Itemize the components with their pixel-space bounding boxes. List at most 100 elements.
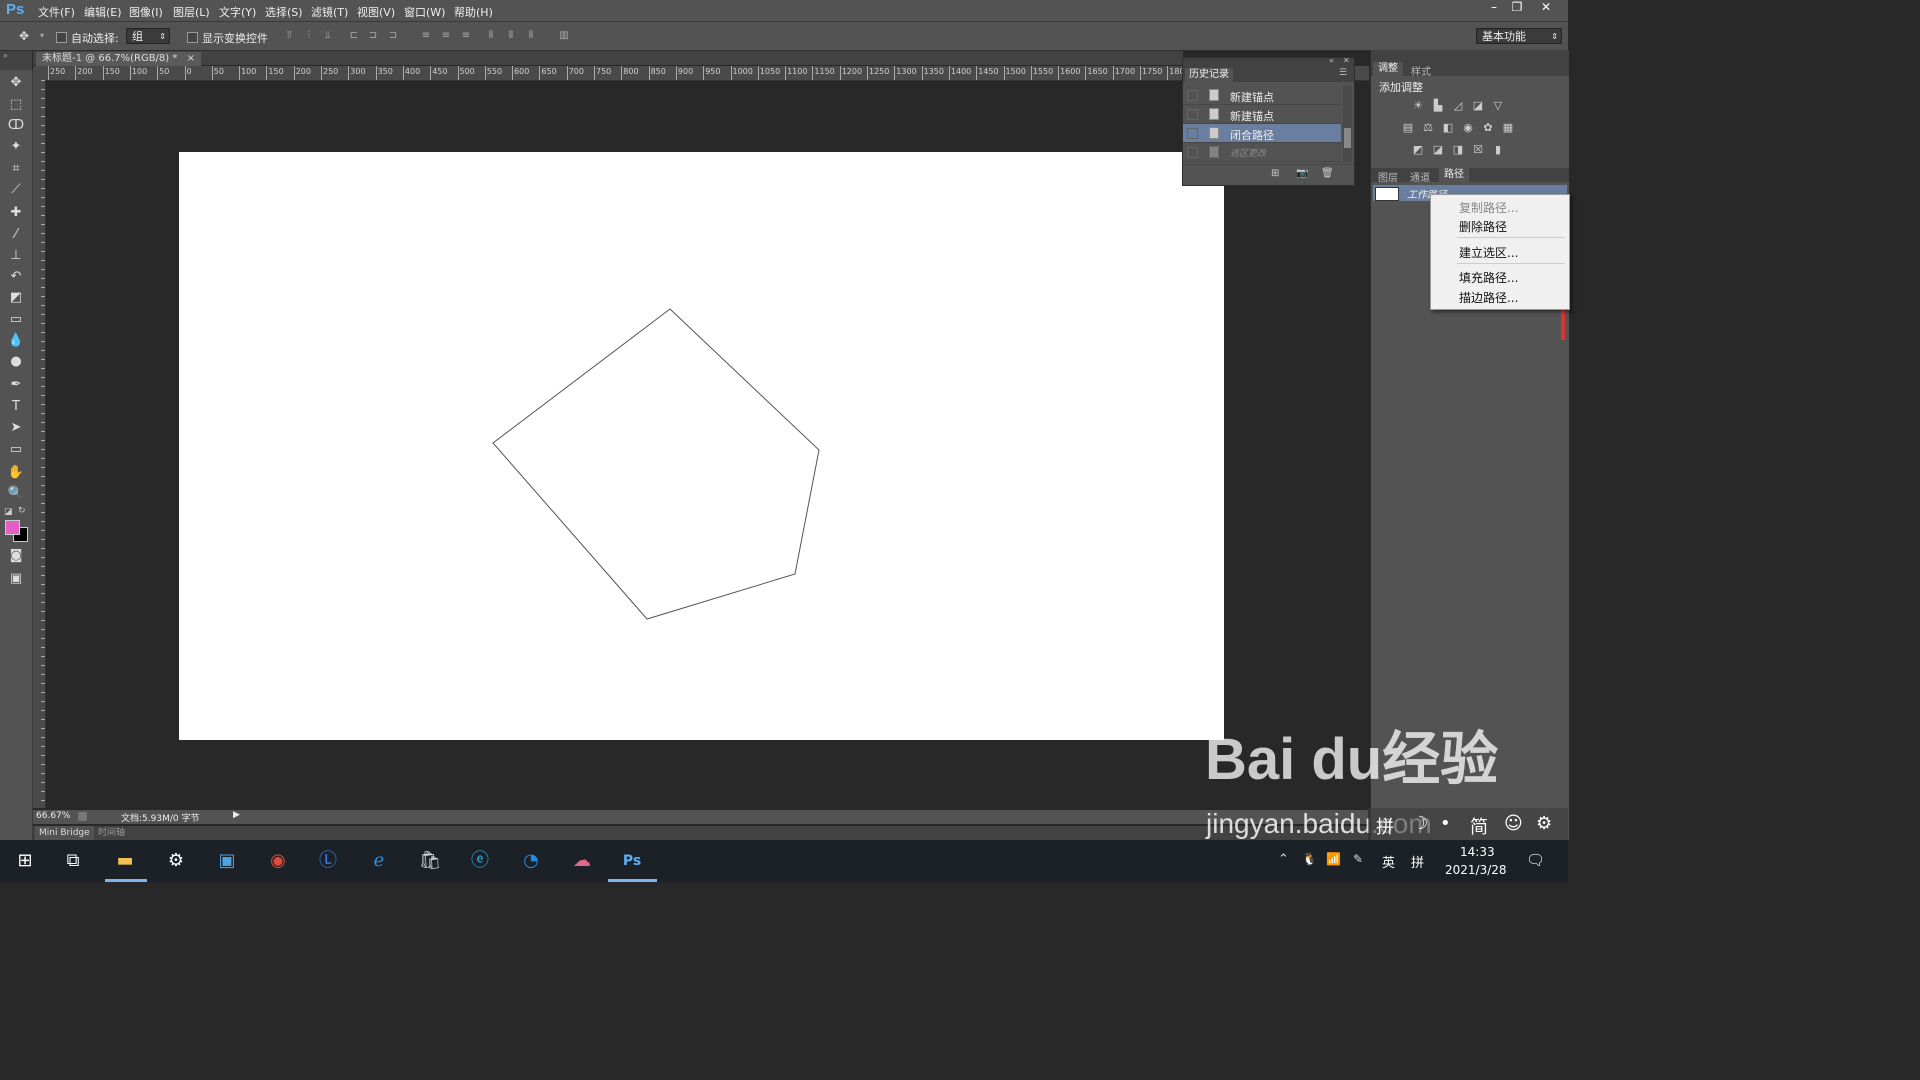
distribute-top-icon[interactable]: ≡	[420, 30, 432, 42]
levels-icon[interactable]: ▙	[1431, 100, 1445, 112]
ime-simplified[interactable]: 简	[1470, 813, 1488, 839]
menu-item-delete-path[interactable]: 删除路径	[1459, 218, 1507, 235]
pen-tool-icon[interactable]: ✒	[6, 376, 26, 394]
wifi-icon[interactable]: 📶	[1326, 852, 1341, 866]
distribute-hcenter-icon[interactable]: ⦀	[505, 30, 517, 42]
gradient-map-icon[interactable]: ▮	[1491, 144, 1505, 156]
windows-start-icon[interactable]: ⊞	[10, 846, 40, 876]
tab-styles[interactable]: 样式	[1411, 63, 1431, 78]
dodge-tool-icon[interactable]: ●	[6, 353, 26, 371]
history-item-undone[interactable]: 选区更改	[1183, 143, 1341, 162]
align-left-icon[interactable]: ⊏	[348, 30, 360, 42]
tab-channels[interactable]: 通道	[1410, 169, 1430, 184]
settings-icon[interactable]: ⚙	[161, 846, 191, 876]
tab-mini-bridge[interactable]: Mini Bridge	[35, 826, 94, 840]
clock-time[interactable]: 14:33	[1460, 845, 1495, 859]
tab-adjustments[interactable]: 调整	[1373, 62, 1403, 76]
align-right-icon[interactable]: ⊐	[387, 30, 399, 42]
l-app-icon[interactable]: Ⓛ	[313, 846, 343, 876]
exposure-icon[interactable]: ◪	[1471, 100, 1485, 112]
menu-select[interactable]: 选择(S)	[265, 4, 303, 20]
gradient-tool-icon[interactable]: ▭	[6, 311, 26, 329]
selective-color-icon[interactable]: ☒	[1471, 144, 1485, 156]
invert-icon[interactable]: ◩	[1411, 144, 1425, 156]
tab-timeline[interactable]: 时间轴	[98, 826, 125, 840]
restore-button[interactable]: ❐	[1505, 0, 1529, 16]
posterize-icon[interactable]: ◪	[1431, 144, 1445, 156]
file-explorer-icon[interactable]: ▬	[110, 846, 140, 876]
stamp-tool-icon[interactable]: ⊥	[6, 247, 26, 265]
blur-tool-icon[interactable]: 💧	[6, 332, 26, 350]
crop-tool-icon[interactable]: ⌗	[6, 160, 26, 178]
qq-icon[interactable]: 🐧	[1302, 852, 1317, 866]
scrollbar-thumb[interactable]	[1344, 128, 1351, 148]
photoshop-taskbar-icon[interactable]: Ps	[617, 846, 647, 876]
snapshot-icon[interactable]: 📷	[1296, 168, 1308, 179]
brush-tool-icon[interactable]: ⁄	[6, 226, 26, 244]
threshold-icon[interactable]: ◨	[1451, 144, 1465, 156]
history-item-selected[interactable]: 闭合路径	[1183, 124, 1341, 143]
menu-item-make-selection[interactable]: 建立选区...	[1459, 244, 1518, 261]
move-tool-preset-icon[interactable]: ✥	[18, 30, 30, 42]
new-document-from-state-icon[interactable]: ⊞	[1271, 168, 1279, 179]
zoom-level[interactable]: 66.67%	[36, 811, 70, 821]
panel-menu-icon[interactable]: ☰	[1339, 68, 1347, 78]
document-tab[interactable]: 未标题-1 @ 66.7%(RGB/8) * ×	[36, 52, 201, 66]
ime-language[interactable]: 英	[1382, 852, 1395, 871]
rectangle-tool-icon[interactable]: ▭	[6, 441, 26, 459]
align-hcenter-icon[interactable]: ⊐	[367, 30, 379, 42]
swap-colors-icon[interactable]: ↻	[18, 506, 26, 516]
healing-brush-tool-icon[interactable]: ✚	[6, 204, 26, 222]
ime-mode[interactable]: 拼	[1411, 852, 1424, 871]
menu-item-stroke-path[interactable]: 描边路径...	[1459, 289, 1518, 306]
ime-chinese-icon[interactable]: 拼	[1376, 813, 1394, 839]
pen-icon[interactable]: ✎	[1353, 852, 1363, 866]
baidu-netdisk-icon[interactable]: ☁	[567, 846, 597, 876]
vertical-ruler[interactable]	[33, 80, 46, 808]
lasso-tool-icon[interactable]: ↀ	[6, 117, 26, 135]
color-lookup-icon[interactable]: ▦	[1501, 122, 1515, 134]
menu-item-duplicate-path[interactable]: 复制路径...	[1459, 199, 1518, 216]
foreground-color-swatch[interactable]	[5, 520, 20, 535]
collapse-icon[interactable]: «	[1329, 56, 1334, 65]
distribute-left-icon[interactable]: ⦀	[485, 30, 497, 42]
align-vcenter-icon[interactable]: ⫶	[303, 30, 315, 42]
document-canvas[interactable]	[179, 152, 1224, 740]
path-selection-tool-icon[interactable]: ➤	[6, 419, 26, 437]
minimize-button[interactable]: –	[1482, 0, 1506, 16]
menu-help[interactable]: 帮助(H)	[454, 4, 493, 20]
color-balance-icon[interactable]: ⚖	[1421, 122, 1435, 134]
black-white-icon[interactable]: ◧	[1441, 122, 1455, 134]
align-top-icon[interactable]: ⫪	[283, 30, 295, 42]
auto-align-icon[interactable]: ▥	[558, 30, 570, 42]
move-tool-icon[interactable]: ✥	[6, 74, 26, 92]
close-window-button[interactable]: ✕	[1534, 0, 1558, 16]
task-view-icon[interactable]: ⧉	[58, 846, 88, 876]
tab-paths[interactable]: 路径	[1439, 168, 1469, 182]
workspace-dropdown[interactable]: 基本功能 ⇕	[1476, 28, 1562, 44]
quick-mask-icon[interactable]: ◙	[6, 547, 26, 565]
photo-filter-icon[interactable]: ◉	[1461, 122, 1475, 134]
eraser-tool-icon[interactable]: ◩	[6, 289, 26, 307]
auto-select-checkbox[interactable]	[56, 32, 67, 43]
marquee-tool-icon[interactable]: ⬚	[6, 96, 26, 114]
menu-view[interactable]: 视图(V)	[357, 4, 395, 20]
zoom-tool-icon[interactable]: 🔍	[6, 485, 26, 503]
menu-image[interactable]: 图像(I)	[129, 4, 163, 20]
screen-mode-icon[interactable]: ▣	[6, 570, 26, 588]
history-source-box[interactable]	[1187, 147, 1198, 158]
chevron-down-icon[interactable]: ▾	[36, 30, 48, 42]
brightness-icon[interactable]: ☀	[1411, 100, 1425, 112]
history-source-box[interactable]	[1187, 109, 1198, 120]
export-icon[interactable]	[78, 812, 87, 821]
tab-history[interactable]: 历史记录	[1185, 68, 1233, 82]
emoji-icon[interactable]: ☺	[1504, 813, 1523, 834]
play-arrow-icon[interactable]: ▶	[233, 810, 240, 820]
history-source-box[interactable]	[1187, 128, 1198, 139]
history-brush-tool-icon[interactable]: ↶	[6, 268, 26, 286]
ime-settings-icon[interactable]: ⚙	[1536, 813, 1552, 834]
curves-icon[interactable]: ◿	[1451, 100, 1465, 112]
align-bottom-icon[interactable]: ⫫	[322, 30, 334, 42]
moon-icon[interactable]: ☽	[1412, 813, 1428, 834]
history-item[interactable]: 新建锚点	[1183, 86, 1341, 105]
